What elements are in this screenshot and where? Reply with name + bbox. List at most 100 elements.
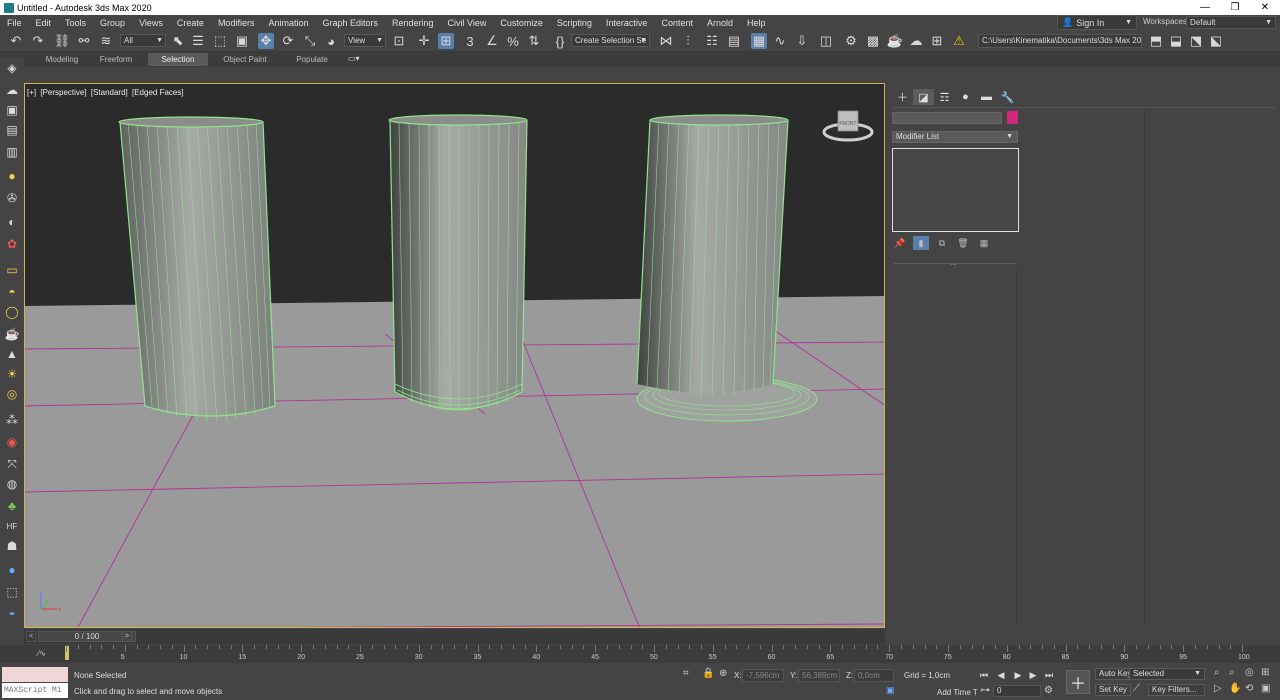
menu-scripting[interactable]: Scripting (550, 18, 599, 28)
menu-rendering[interactable]: Rendering (385, 18, 441, 28)
reference-coordinate-select[interactable]: View ▼ (344, 34, 386, 47)
cloth-icon[interactable]: ☗ (4, 538, 20, 554)
z-coordinate-field[interactable]: 0,0cm (854, 669, 894, 682)
pan-view-icon[interactable]: ✋ (1229, 683, 1241, 694)
zoom-extents-all-icon[interactable]: ⊞ (1261, 667, 1269, 678)
select-object-icon[interactable]: ⬉ (170, 33, 186, 49)
torus-primitive-icon[interactable]: ◎ (4, 386, 20, 402)
set-key-button[interactable]: Set Key (1095, 684, 1132, 696)
save-file-icon[interactable]: ⬔ (1188, 33, 1204, 49)
link-icon[interactable]: ⛓ (54, 33, 71, 49)
close-button[interactable]: ✕ (1250, 0, 1280, 15)
key-filters-button[interactable]: Key Filters... (1148, 684, 1205, 696)
zoom-icon[interactable]: ⌕ (1214, 667, 1220, 678)
menu-views[interactable]: Views (132, 18, 170, 28)
render-icon[interactable]: ⬚ (4, 584, 20, 600)
display-icon[interactable]: ▥ (4, 144, 20, 160)
scene-explorer-icon[interactable]: ☷ (704, 33, 720, 49)
make-unique-icon[interactable]: ⧉ (934, 236, 950, 250)
select-by-name-icon[interactable]: ☰ (190, 33, 206, 49)
select-and-move-icon[interactable]: ✥ (258, 33, 274, 49)
adaptive-degradation-icon[interactable]: ▣ (886, 685, 895, 696)
pivot-center-icon[interactable]: ⊡ (391, 33, 407, 49)
viewport-point-of-view[interactable]: [Perspective] (40, 88, 86, 97)
time-slider-prev-button[interactable]: < (26, 631, 36, 642)
project-folder-path[interactable]: C:\Users\Kinematika\Documents\3ds Max 20… (978, 34, 1142, 48)
maximize-viewport-icon[interactable]: ▣ (1261, 683, 1270, 694)
select-tool-icon[interactable]: ◈ (4, 60, 20, 76)
key-tangent-icon[interactable]: ⟋ (1133, 683, 1140, 694)
go-to-start-icon[interactable]: ⏮ (977, 669, 991, 681)
toggle-ribbon-icon[interactable]: ▦ (751, 33, 767, 49)
motion-tab-icon[interactable]: ● (955, 89, 976, 105)
schematic-view-icon[interactable]: ⇩ (794, 33, 810, 49)
absolute-transform-icon[interactable]: ⊕ (719, 668, 727, 679)
percent-snap-icon[interactable]: % (505, 33, 521, 49)
light-icon[interactable]: ● (4, 168, 20, 184)
scene-icon[interactable]: ▣ (4, 102, 20, 118)
menu-edit[interactable]: Edit (29, 18, 59, 28)
select-and-scale-icon[interactable]: ⤡ (302, 33, 318, 49)
menu-group[interactable]: Group (93, 18, 132, 28)
tab-populate[interactable]: Populate (284, 53, 340, 66)
particles-icon[interactable]: ⁂ (4, 412, 20, 428)
hair-fur-icon[interactable]: HF (4, 518, 20, 534)
curve-editor-icon[interactable]: ∿ (772, 33, 788, 49)
keyboard-shortcut-override-icon[interactable]: ⊞ (438, 33, 454, 49)
add-time-tag[interactable]: Add Time T (937, 688, 978, 697)
tab-freeform[interactable]: Freeform (88, 53, 144, 66)
menu-content[interactable]: Content (654, 18, 700, 28)
pin-stack-icon[interactable]: 📌 (892, 236, 908, 250)
key-mode-toggle-icon[interactable]: ⊶ (980, 685, 990, 696)
cone-primitive-icon[interactable]: ◓ (4, 284, 20, 300)
menu-modifiers[interactable]: Modifiers (211, 18, 262, 28)
set-keys-icon[interactable]: ＋ (1066, 670, 1090, 694)
next-frame-icon[interactable]: ▶ (1026, 669, 1040, 681)
workspace-select[interactable]: Default ▼ (1186, 16, 1276, 29)
object-color-swatch[interactable] (1007, 111, 1018, 124)
render-iterative-icon[interactable]: ☁ (908, 33, 924, 49)
viewport-display-mode[interactable]: [Edged Faces] (132, 88, 184, 97)
menu-animation[interactable]: Animation (261, 18, 315, 28)
ribbon-options-icon[interactable]: ▭▾ (348, 54, 360, 63)
teapot-primitive-icon[interactable]: ☕ (4, 326, 20, 342)
viewport-menu-plus[interactable]: [+] (27, 88, 36, 97)
configure-modifier-sets-icon[interactable]: ▦ (976, 236, 992, 250)
layers-icon[interactable]: ▤ (4, 122, 20, 138)
time-slider-next-button[interactable]: > (122, 631, 132, 642)
sphere-primitive-icon[interactable]: ◯ (4, 304, 20, 320)
render-production-icon[interactable]: ☕ (887, 33, 903, 49)
scale-tool-icon[interactable]: ⤧ (4, 456, 20, 472)
open-file-icon[interactable]: ⬓ (1168, 33, 1184, 49)
edit-named-selection-icon[interactable]: {} (552, 33, 568, 49)
perspective-viewport[interactable]: FRONT x [+] [Perspective] [Standard] [Ed… (24, 83, 885, 628)
globe-icon[interactable]: ◍ (4, 476, 20, 492)
sound-icon[interactable]: ◐ (4, 214, 20, 230)
field-of-view-icon[interactable]: ▷ (1214, 683, 1222, 694)
pyramid-primitive-icon[interactable]: ▲ (4, 346, 20, 362)
sign-in-button[interactable]: 👤 Sign In ▼ (1057, 15, 1137, 30)
orbit-icon[interactable]: ⟲ (1245, 683, 1253, 694)
sun-icon[interactable]: ☀ (4, 366, 20, 382)
select-and-rotate-icon[interactable]: ⟳ (280, 33, 296, 49)
y-coordinate-field[interactable]: 56,389cm (798, 669, 840, 682)
camera-icon[interactable]: ✇ (4, 190, 20, 206)
tab-object-paint[interactable]: Object Paint (214, 53, 276, 66)
x-coordinate-field[interactable]: -7,596cm (742, 669, 784, 682)
physics-icon[interactable]: ◉ (4, 434, 20, 450)
menu-tools[interactable]: Tools (58, 18, 93, 28)
rollout-grip[interactable]: ... (950, 258, 957, 267)
menu-civil-view[interactable]: Civil View (441, 18, 494, 28)
layer-explorer-icon[interactable]: ▤ (726, 33, 742, 49)
modify-tab-icon[interactable]: ◪ (913, 89, 934, 105)
selection-lock-icon[interactable]: 🔒 (702, 668, 714, 679)
render-setup-icon[interactable]: ⚙ (843, 33, 859, 49)
create-tab-icon[interactable]: ＋ (892, 89, 913, 105)
menu-help[interactable]: Help (740, 18, 773, 28)
align-icon[interactable]: ⫶ (680, 33, 696, 49)
rendered-frame-window-icon[interactable]: ▩ (865, 33, 881, 49)
spinner-snap-icon[interactable]: ⇅ (526, 33, 542, 49)
warning-icon[interactable]: ⚠ (951, 33, 967, 49)
mini-curve-editor-icon[interactable]: ⁄∿ (38, 649, 46, 658)
tab-modeling[interactable]: Modeling (32, 53, 92, 66)
